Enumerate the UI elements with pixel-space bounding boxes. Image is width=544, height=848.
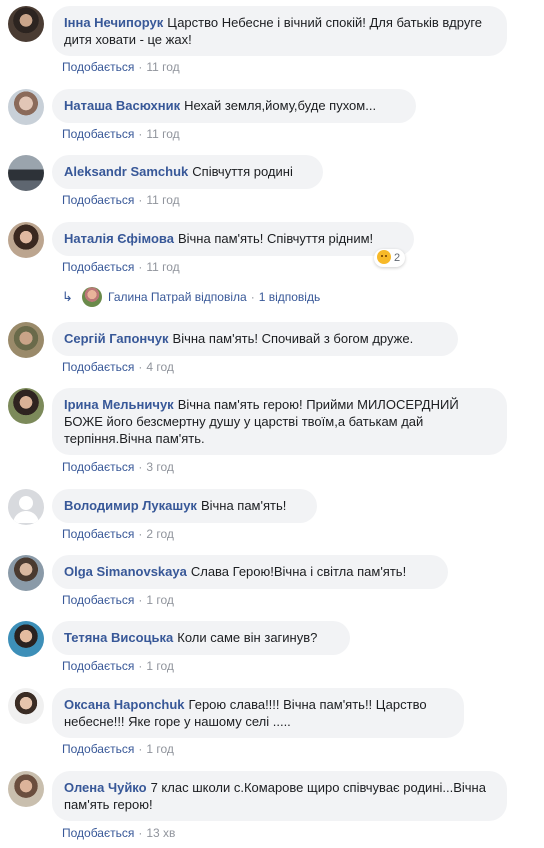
- comment-bubble: Наталія Єфімова Вічна пам'ять! Співчуття …: [52, 222, 414, 256]
- comment-author[interactable]: Інна Нечипорук: [64, 15, 163, 30]
- comment-actions: Подобається · 2 год: [62, 526, 174, 542]
- comment-text: Співчуття родині: [192, 164, 293, 179]
- comment-author[interactable]: Olga Simanovskaya: [64, 564, 187, 579]
- like-button[interactable]: Подобається: [62, 127, 134, 141]
- comment-bubble: Оксана Haponchuk Герою слава!!!! Вічна па…: [52, 688, 464, 738]
- comment-time[interactable]: 4 год: [146, 360, 174, 374]
- comment-time[interactable]: 2 год: [146, 527, 174, 541]
- separator: ·: [138, 260, 143, 274]
- separator: ·: [138, 826, 143, 840]
- comment-actions: Подобається · 11 год: [62, 259, 180, 275]
- avatar: [82, 287, 102, 307]
- comment-text: Вічна пам'ять! Спочивай з богом друже.: [172, 331, 414, 346]
- separator: ·: [138, 60, 143, 74]
- comment-text: Вічна пам'ять!: [200, 498, 287, 513]
- comment-text: Коли саме він загинув?: [177, 630, 318, 645]
- comment-bubble: Olga Simanovskaya Слава Герою!Вічна і сві…: [52, 555, 448, 589]
- comment-author[interactable]: Наташа Васюхник: [64, 98, 180, 113]
- reply-author: Галина Патрай: [108, 290, 192, 304]
- comment-bubble: Сергій Гапончук Вічна пам'ять! Спочивай з…: [52, 322, 458, 356]
- comment-bubble: Ірина Мельничук Вічна пам'ять герою! Прий…: [52, 388, 507, 455]
- avatar[interactable]: [8, 322, 44, 358]
- avatar[interactable]: [8, 222, 44, 258]
- separator: ·: [138, 742, 143, 756]
- comment-text: Нехай земля,йому,буде пухом...: [184, 98, 377, 113]
- comment-author[interactable]: Aleksandr Samchuk: [64, 164, 188, 179]
- comment-author[interactable]: Тетяна Висоцька: [64, 630, 173, 645]
- comment-actions: Подобається · 4 год: [62, 359, 174, 375]
- comment-bubble: Aleksandr Samchuk Співчуття родині: [52, 155, 323, 189]
- comment-actions: Подобається · 1 год: [62, 658, 174, 674]
- comment-time[interactable]: 3 год: [146, 460, 174, 474]
- reply-arrow-icon: ↳: [62, 289, 73, 304]
- separator: ·: [138, 127, 143, 141]
- avatar[interactable]: [8, 489, 44, 525]
- reply-count[interactable]: 1 відповідь: [259, 290, 321, 304]
- comment-time[interactable]: 1 год: [146, 593, 174, 607]
- comment-author[interactable]: Володимир Лукашук: [64, 498, 197, 513]
- comment-time[interactable]: 11 год: [146, 193, 179, 207]
- comment-bubble: Інна Нечипорук Царство Небесне і вічний с…: [52, 6, 507, 56]
- default-avatar-icon: [13, 496, 39, 523]
- separator: ·: [138, 193, 143, 207]
- avatar[interactable]: [8, 771, 44, 807]
- comment-time[interactable]: 11 год: [146, 260, 179, 274]
- reply-action: відповіла: [194, 290, 247, 304]
- comment-actions: Подобається · 1 год: [62, 592, 174, 608]
- separator: ·: [138, 659, 143, 673]
- avatar[interactable]: [8, 688, 44, 724]
- like-button[interactable]: Подобається: [62, 593, 134, 607]
- replies-link[interactable]: ↳ Галина Патрай відповіла · 1 відповідь: [62, 287, 320, 307]
- comment-actions: Подобається · 11 год: [62, 59, 180, 75]
- separator: ·: [138, 360, 143, 374]
- like-button[interactable]: Подобається: [62, 460, 134, 474]
- comment-bubble: Тетяна Висоцька Коли саме він загинув?: [52, 621, 350, 655]
- comment-bubble: Володимир Лукашук Вічна пам'ять!: [52, 489, 317, 523]
- reaction-count[interactable]: 2: [374, 249, 406, 267]
- comment-bubble: Наташа Васюхник Нехай земля,йому,буде пух…: [52, 89, 416, 123]
- avatar[interactable]: [8, 6, 44, 42]
- comment-actions: Подобається · 11 год: [62, 192, 180, 208]
- avatar[interactable]: [8, 555, 44, 591]
- comment-actions: Подобається · 3 год: [62, 459, 174, 475]
- comment-time[interactable]: 1 год: [146, 742, 174, 756]
- separator: ·: [138, 527, 143, 541]
- separator: ·: [138, 460, 143, 474]
- comment-author[interactable]: Наталія Єфімова: [64, 231, 174, 246]
- like-button[interactable]: Подобається: [62, 260, 134, 274]
- like-button[interactable]: Подобається: [62, 826, 134, 840]
- comment-author[interactable]: Оксана Haponchuk: [64, 697, 185, 712]
- like-button[interactable]: Подобається: [62, 527, 134, 541]
- comment-time[interactable]: 13 хв: [146, 826, 175, 840]
- sad-face-icon: [377, 250, 391, 264]
- comment-text: Слава Герою!Вічна і світла пам'ять!: [190, 564, 407, 579]
- comment-actions: Подобається · 11 год: [62, 126, 180, 142]
- separator: ·: [138, 593, 143, 607]
- avatar[interactable]: [8, 89, 44, 125]
- comment-author[interactable]: Ірина Мельничук: [64, 397, 174, 412]
- avatar[interactable]: [8, 621, 44, 657]
- comment-actions: Подобається · 1 год: [62, 741, 174, 757]
- like-button[interactable]: Подобається: [62, 742, 134, 756]
- like-button[interactable]: Подобається: [62, 193, 134, 207]
- reaction-number: 2: [394, 252, 401, 264]
- comment-actions: Подобається · 13 хв: [62, 825, 175, 841]
- comment-bubble: Олена Чуйко 7 клас школи с.Комарове щиро …: [52, 771, 507, 821]
- comment-author[interactable]: Сергій Гапончук: [64, 331, 169, 346]
- comment-time[interactable]: 1 год: [146, 659, 174, 673]
- avatar[interactable]: [8, 388, 44, 424]
- comment-time[interactable]: 11 год: [146, 60, 179, 74]
- separator: ·: [250, 290, 255, 304]
- comment-time[interactable]: 11 год: [146, 127, 179, 141]
- comment-author[interactable]: Олена Чуйко: [64, 780, 147, 795]
- avatar[interactable]: [8, 155, 44, 191]
- comment-text: Вічна пам'ять! Співчуття рідним!: [177, 231, 374, 246]
- like-button[interactable]: Подобається: [62, 659, 134, 673]
- like-button[interactable]: Подобається: [62, 360, 134, 374]
- like-button[interactable]: Подобається: [62, 60, 134, 74]
